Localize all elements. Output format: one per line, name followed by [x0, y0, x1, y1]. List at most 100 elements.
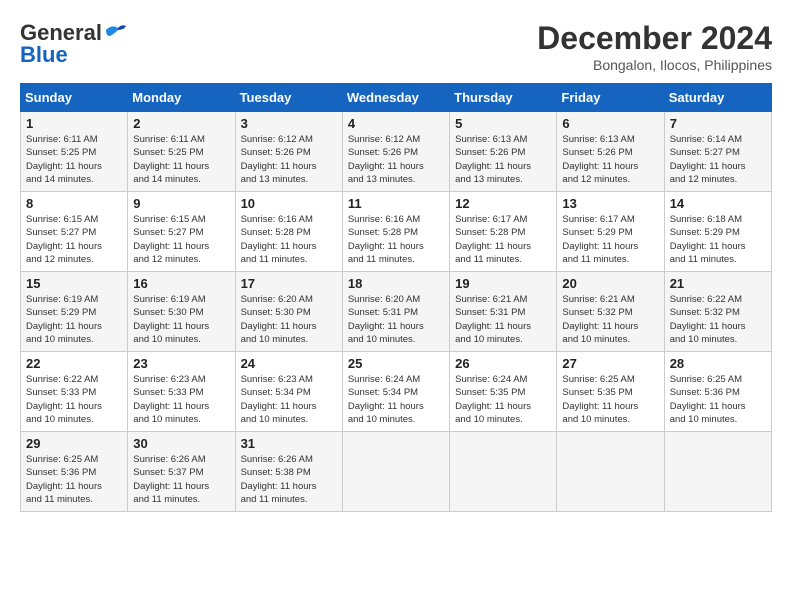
day-info: Sunrise: 6:12 AMSunset: 5:26 PMDaylight:… — [348, 133, 444, 186]
calendar-cell: 18 Sunrise: 6:20 AMSunset: 5:31 PMDaylig… — [342, 272, 449, 352]
day-info: Sunrise: 6:25 AMSunset: 5:35 PMDaylight:… — [562, 373, 658, 426]
title-block: December 2024 Bongalon, Ilocos, Philippi… — [537, 20, 772, 73]
day-info: Sunrise: 6:21 AMSunset: 5:31 PMDaylight:… — [455, 293, 551, 346]
day-number: 27 — [562, 356, 658, 371]
day-info: Sunrise: 6:15 AMSunset: 5:27 PMDaylight:… — [26, 213, 122, 266]
day-info: Sunrise: 6:12 AMSunset: 5:26 PMDaylight:… — [241, 133, 337, 186]
day-number: 9 — [133, 196, 229, 211]
weekday-header-friday: Friday — [557, 84, 664, 112]
day-info: Sunrise: 6:20 AMSunset: 5:30 PMDaylight:… — [241, 293, 337, 346]
calendar-cell — [342, 432, 449, 512]
calendar-cell — [557, 432, 664, 512]
weekday-header-thursday: Thursday — [450, 84, 557, 112]
calendar-week-2: 8 Sunrise: 6:15 AMSunset: 5:27 PMDayligh… — [21, 192, 772, 272]
day-number: 11 — [348, 196, 444, 211]
day-number: 12 — [455, 196, 551, 211]
day-info: Sunrise: 6:13 AMSunset: 5:26 PMDaylight:… — [455, 133, 551, 186]
calendar-cell: 12 Sunrise: 6:17 AMSunset: 5:28 PMDaylig… — [450, 192, 557, 272]
day-info: Sunrise: 6:19 AMSunset: 5:29 PMDaylight:… — [26, 293, 122, 346]
day-info: Sunrise: 6:26 AMSunset: 5:38 PMDaylight:… — [241, 453, 337, 506]
logo: General Blue — [20, 20, 126, 68]
day-number: 14 — [670, 196, 766, 211]
day-number: 10 — [241, 196, 337, 211]
day-number: 3 — [241, 116, 337, 131]
calendar-cell: 3 Sunrise: 6:12 AMSunset: 5:26 PMDayligh… — [235, 112, 342, 192]
day-number: 15 — [26, 276, 122, 291]
calendar-cell: 17 Sunrise: 6:20 AMSunset: 5:30 PMDaylig… — [235, 272, 342, 352]
calendar-cell: 5 Sunrise: 6:13 AMSunset: 5:26 PMDayligh… — [450, 112, 557, 192]
weekday-header-monday: Monday — [128, 84, 235, 112]
calendar-cell: 7 Sunrise: 6:14 AMSunset: 5:27 PMDayligh… — [664, 112, 771, 192]
calendar-week-1: 1 Sunrise: 6:11 AMSunset: 5:25 PMDayligh… — [21, 112, 772, 192]
day-number: 26 — [455, 356, 551, 371]
day-number: 24 — [241, 356, 337, 371]
day-info: Sunrise: 6:13 AMSunset: 5:26 PMDaylight:… — [562, 133, 658, 186]
calendar-cell — [450, 432, 557, 512]
calendar-cell: 27 Sunrise: 6:25 AMSunset: 5:35 PMDaylig… — [557, 352, 664, 432]
calendar-week-4: 22 Sunrise: 6:22 AMSunset: 5:33 PMDaylig… — [21, 352, 772, 432]
calendar-cell: 1 Sunrise: 6:11 AMSunset: 5:25 PMDayligh… — [21, 112, 128, 192]
day-info: Sunrise: 6:23 AMSunset: 5:34 PMDaylight:… — [241, 373, 337, 426]
day-number: 28 — [670, 356, 766, 371]
day-number: 21 — [670, 276, 766, 291]
day-number: 18 — [348, 276, 444, 291]
day-info: Sunrise: 6:22 AMSunset: 5:33 PMDaylight:… — [26, 373, 122, 426]
calendar-table: SundayMondayTuesdayWednesdayThursdayFrid… — [20, 83, 772, 512]
day-number: 7 — [670, 116, 766, 131]
calendar-cell: 28 Sunrise: 6:25 AMSunset: 5:36 PMDaylig… — [664, 352, 771, 432]
calendar-cell: 8 Sunrise: 6:15 AMSunset: 5:27 PMDayligh… — [21, 192, 128, 272]
day-info: Sunrise: 6:24 AMSunset: 5:34 PMDaylight:… — [348, 373, 444, 426]
day-info: Sunrise: 6:16 AMSunset: 5:28 PMDaylight:… — [241, 213, 337, 266]
calendar-week-3: 15 Sunrise: 6:19 AMSunset: 5:29 PMDaylig… — [21, 272, 772, 352]
calendar-cell: 23 Sunrise: 6:23 AMSunset: 5:33 PMDaylig… — [128, 352, 235, 432]
weekday-header-tuesday: Tuesday — [235, 84, 342, 112]
calendar-cell: 10 Sunrise: 6:16 AMSunset: 5:28 PMDaylig… — [235, 192, 342, 272]
calendar-cell: 16 Sunrise: 6:19 AMSunset: 5:30 PMDaylig… — [128, 272, 235, 352]
calendar-cell: 24 Sunrise: 6:23 AMSunset: 5:34 PMDaylig… — [235, 352, 342, 432]
calendar-cell: 29 Sunrise: 6:25 AMSunset: 5:36 PMDaylig… — [21, 432, 128, 512]
day-number: 5 — [455, 116, 551, 131]
day-number: 29 — [26, 436, 122, 451]
calendar-cell — [664, 432, 771, 512]
day-info: Sunrise: 6:21 AMSunset: 5:32 PMDaylight:… — [562, 293, 658, 346]
day-info: Sunrise: 6:11 AMSunset: 5:25 PMDaylight:… — [133, 133, 229, 186]
calendar-cell: 9 Sunrise: 6:15 AMSunset: 5:27 PMDayligh… — [128, 192, 235, 272]
calendar-cell: 30 Sunrise: 6:26 AMSunset: 5:37 PMDaylig… — [128, 432, 235, 512]
calendar-cell: 14 Sunrise: 6:18 AMSunset: 5:29 PMDaylig… — [664, 192, 771, 272]
day-info: Sunrise: 6:18 AMSunset: 5:29 PMDaylight:… — [670, 213, 766, 266]
day-number: 23 — [133, 356, 229, 371]
month-title: December 2024 — [537, 20, 772, 57]
day-number: 22 — [26, 356, 122, 371]
day-info: Sunrise: 6:22 AMSunset: 5:32 PMDaylight:… — [670, 293, 766, 346]
calendar-cell: 4 Sunrise: 6:12 AMSunset: 5:26 PMDayligh… — [342, 112, 449, 192]
day-info: Sunrise: 6:11 AMSunset: 5:25 PMDaylight:… — [26, 133, 122, 186]
calendar-cell: 21 Sunrise: 6:22 AMSunset: 5:32 PMDaylig… — [664, 272, 771, 352]
day-info: Sunrise: 6:20 AMSunset: 5:31 PMDaylight:… — [348, 293, 444, 346]
day-info: Sunrise: 6:26 AMSunset: 5:37 PMDaylight:… — [133, 453, 229, 506]
day-info: Sunrise: 6:19 AMSunset: 5:30 PMDaylight:… — [133, 293, 229, 346]
day-number: 8 — [26, 196, 122, 211]
day-number: 1 — [26, 116, 122, 131]
day-info: Sunrise: 6:25 AMSunset: 5:36 PMDaylight:… — [670, 373, 766, 426]
day-number: 17 — [241, 276, 337, 291]
calendar-cell: 19 Sunrise: 6:21 AMSunset: 5:31 PMDaylig… — [450, 272, 557, 352]
day-number: 25 — [348, 356, 444, 371]
calendar-cell: 15 Sunrise: 6:19 AMSunset: 5:29 PMDaylig… — [21, 272, 128, 352]
calendar-cell: 6 Sunrise: 6:13 AMSunset: 5:26 PMDayligh… — [557, 112, 664, 192]
day-info: Sunrise: 6:25 AMSunset: 5:36 PMDaylight:… — [26, 453, 122, 506]
day-info: Sunrise: 6:23 AMSunset: 5:33 PMDaylight:… — [133, 373, 229, 426]
day-info: Sunrise: 6:24 AMSunset: 5:35 PMDaylight:… — [455, 373, 551, 426]
calendar-cell: 2 Sunrise: 6:11 AMSunset: 5:25 PMDayligh… — [128, 112, 235, 192]
day-info: Sunrise: 6:17 AMSunset: 5:28 PMDaylight:… — [455, 213, 551, 266]
day-info: Sunrise: 6:16 AMSunset: 5:28 PMDaylight:… — [348, 213, 444, 266]
calendar-cell: 11 Sunrise: 6:16 AMSunset: 5:28 PMDaylig… — [342, 192, 449, 272]
calendar-cell: 31 Sunrise: 6:26 AMSunset: 5:38 PMDaylig… — [235, 432, 342, 512]
weekday-header-wednesday: Wednesday — [342, 84, 449, 112]
location: Bongalon, Ilocos, Philippines — [537, 57, 772, 73]
day-info: Sunrise: 6:14 AMSunset: 5:27 PMDaylight:… — [670, 133, 766, 186]
day-info: Sunrise: 6:17 AMSunset: 5:29 PMDaylight:… — [562, 213, 658, 266]
calendar-cell: 20 Sunrise: 6:21 AMSunset: 5:32 PMDaylig… — [557, 272, 664, 352]
logo-bird-icon — [104, 22, 126, 40]
calendar-cell: 22 Sunrise: 6:22 AMSunset: 5:33 PMDaylig… — [21, 352, 128, 432]
day-number: 2 — [133, 116, 229, 131]
